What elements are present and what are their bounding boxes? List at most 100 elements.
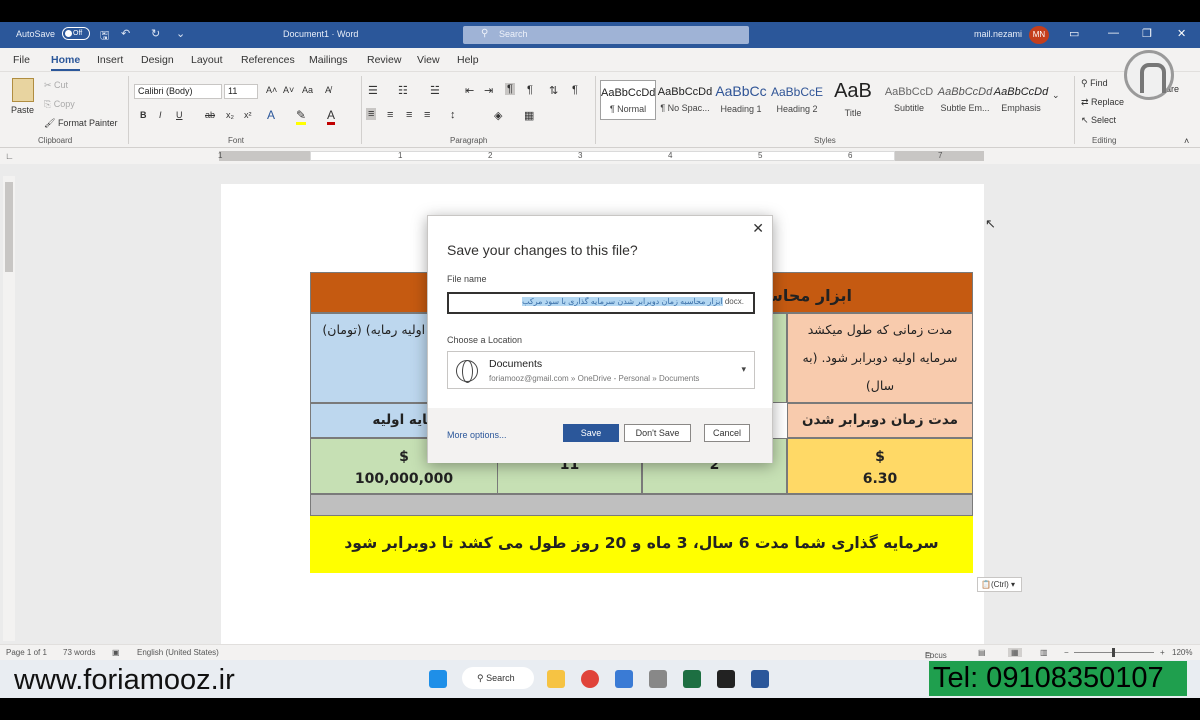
doubling-time-description-cell[interactable]: مدت زمانی که طول میکشد سرمایه اولیه دوبر… xyxy=(787,313,973,403)
excel-icon[interactable] xyxy=(683,670,701,688)
tab-view[interactable]: View xyxy=(417,54,440,66)
word-icon[interactable] xyxy=(751,670,769,688)
read-mode-icon[interactable]: ▤ xyxy=(978,648,986,657)
find-button[interactable]: ⚲ Find xyxy=(1081,78,1108,89)
tab-review[interactable]: Review xyxy=(367,54,401,66)
font-size-dropdown[interactable]: 11 xyxy=(224,84,258,99)
line-spacing-icon[interactable]: ↕ xyxy=(450,109,456,121)
subscript-icon[interactable]: x₂ xyxy=(226,110,234,120)
customize-qat-icon[interactable]: ⌄ xyxy=(176,27,185,40)
print-layout-icon[interactable]: ▦ xyxy=(1008,648,1022,657)
avatar[interactable]: MN xyxy=(1029,26,1049,44)
tab-layout[interactable]: Layout xyxy=(191,54,223,66)
location-dropdown[interactable]: Documents foriamooz@gmail.com » OneDrive… xyxy=(447,351,755,389)
minimize-icon[interactable]: — xyxy=(1108,27,1119,39)
file-name-input[interactable]: .docx ابزار محاسبه زمان دوبرابر شدن سرما… xyxy=(447,292,755,314)
style-subtitle[interactable]: AaBbCcD Subtitle xyxy=(881,80,937,120)
ribbon-display-icon[interactable]: ▭ xyxy=(1069,27,1079,40)
paste-options-button[interactable]: 📋(Ctrl) ▾ xyxy=(977,577,1022,592)
style-normal[interactable]: AaBbCcDd ¶ Normal xyxy=(600,80,656,120)
bullets-icon[interactable]: ☰ xyxy=(368,84,378,97)
decrease-indent-icon[interactable]: ⇤ xyxy=(465,84,474,97)
sort-icon[interactable]: ⇅ xyxy=(549,84,558,97)
style-no-spacing[interactable]: AaBbCcDd ¶ No Spac... xyxy=(657,80,713,120)
search-box[interactable]: ⚲ Search xyxy=(463,26,749,44)
copy-button[interactable]: ⎘ Copy xyxy=(44,99,75,110)
shading-icon[interactable]: ◈ xyxy=(494,109,502,122)
page-count[interactable]: Page 1 of 1 xyxy=(6,648,47,657)
underline-icon[interactable]: U xyxy=(176,110,183,120)
paste-icon[interactable] xyxy=(12,78,34,102)
multilevel-list-icon[interactable]: ☱ xyxy=(430,84,440,97)
text-effects-icon[interactable]: A xyxy=(267,108,275,122)
close-icon[interactable]: ✕ xyxy=(752,220,764,237)
replace-button[interactable]: ⇄ Replace xyxy=(1081,97,1124,108)
autosave-toggle[interactable]: Off xyxy=(62,27,90,40)
align-center-icon[interactable]: ≡ xyxy=(387,109,393,121)
tab-design[interactable]: Design xyxy=(141,54,174,66)
zoom-in-icon[interactable]: + xyxy=(1160,648,1165,657)
styles-scroll-icon[interactable]: ⌄ xyxy=(1052,90,1060,101)
numbering-icon[interactable]: ☷ xyxy=(398,84,408,97)
save-button[interactable]: Save xyxy=(563,424,619,442)
app-icon[interactable] xyxy=(717,670,735,688)
doubling-time-value-cell[interactable]: $ 6.30 xyxy=(787,438,973,494)
taskbar-search[interactable]: ⚲ Search xyxy=(462,667,534,689)
tab-references[interactable]: References xyxy=(241,54,295,66)
font-color-icon[interactable]: A xyxy=(327,108,336,125)
doubling-time-label-cell[interactable]: مدت زمان دوبرابر شدن xyxy=(787,403,973,438)
format-painter-button[interactable]: 🖌 Format Painter xyxy=(44,118,117,129)
tab-help[interactable]: Help xyxy=(457,54,479,66)
highlight-icon[interactable]: ✎ xyxy=(296,108,307,125)
increase-indent-icon[interactable]: ⇥ xyxy=(484,84,493,97)
calculator-icon[interactable] xyxy=(649,670,667,688)
zoom-level[interactable]: 120% xyxy=(1172,648,1192,657)
cut-button[interactable]: ✂ Cut xyxy=(44,80,68,91)
user-name[interactable]: mail.nezami xyxy=(974,29,1022,39)
file-explorer-icon[interactable] xyxy=(547,670,565,688)
zoom-slider-thumb[interactable] xyxy=(1112,648,1115,657)
tab-insert[interactable]: Insert xyxy=(97,54,123,66)
align-right-icon[interactable]: ≡ xyxy=(366,108,377,120)
tab-home[interactable]: Home xyxy=(51,54,81,71)
restore-icon[interactable]: ❐ xyxy=(1142,27,1152,40)
style-heading-2[interactable]: AaBbCcE Heading 2 xyxy=(769,80,825,120)
proofing-icon[interactable]: ▣ xyxy=(112,648,120,657)
tab-file[interactable]: File xyxy=(13,54,30,66)
undo-icon[interactable]: ↶ xyxy=(121,27,130,40)
scrollbar-thumb[interactable] xyxy=(5,182,13,272)
zoom-out-icon[interactable]: − xyxy=(1064,648,1069,657)
windows-start-icon[interactable] xyxy=(429,670,447,688)
web-layout-icon[interactable]: ▥ xyxy=(1040,648,1048,657)
tab-mailings[interactable]: Mailings xyxy=(309,54,348,66)
dont-save-button[interactable]: Don't Save xyxy=(624,424,691,442)
shrink-font-icon[interactable]: A˅ xyxy=(283,85,294,95)
notepad-icon[interactable] xyxy=(615,670,633,688)
justify-icon[interactable]: ≡ xyxy=(424,109,430,121)
style-subtle-emphasis[interactable]: AaBbCcDd Subtle Em... xyxy=(937,80,993,120)
redo-icon[interactable]: ↻ xyxy=(151,27,160,40)
collapse-ribbon-icon[interactable]: ˄ xyxy=(1184,136,1189,146)
close-icon[interactable]: ✕ xyxy=(1177,27,1186,40)
strikethrough-icon[interactable]: ab xyxy=(205,110,215,120)
rtl-icon[interactable]: ¶ xyxy=(505,83,515,95)
select-button[interactable]: ↖ Select xyxy=(1081,115,1116,126)
style-title[interactable]: AaB Title xyxy=(825,80,881,120)
more-options-link[interactable]: More options... xyxy=(447,430,507,440)
chrome-icon[interactable] xyxy=(581,670,599,688)
paste-button[interactable]: Paste xyxy=(11,105,34,115)
result-sentence[interactable]: سرمایه گذاری شما مدت 6 سال، 3 ماه و 20 ر… xyxy=(310,516,973,573)
show-marks-icon[interactable]: ¶ xyxy=(572,84,578,96)
bold-icon[interactable]: B xyxy=(140,110,147,120)
clear-format-icon[interactable]: A̸ xyxy=(325,85,331,95)
tab-selector-icon[interactable]: ∟ xyxy=(5,151,14,161)
ltr-icon[interactable]: ¶ xyxy=(527,84,533,96)
italic-icon[interactable]: I xyxy=(159,110,162,120)
style-heading-1[interactable]: AaBbCc Heading 1 xyxy=(713,80,769,120)
borders-icon[interactable]: ▦ xyxy=(524,109,534,122)
change-case-icon[interactable]: Aa xyxy=(302,85,313,95)
cancel-button[interactable]: Cancel xyxy=(704,424,750,442)
font-name-dropdown[interactable]: Calibri (Body) xyxy=(134,84,222,99)
language-indicator[interactable]: English (United States) xyxy=(137,648,219,657)
align-left-icon[interactable]: ≡ xyxy=(406,109,412,121)
